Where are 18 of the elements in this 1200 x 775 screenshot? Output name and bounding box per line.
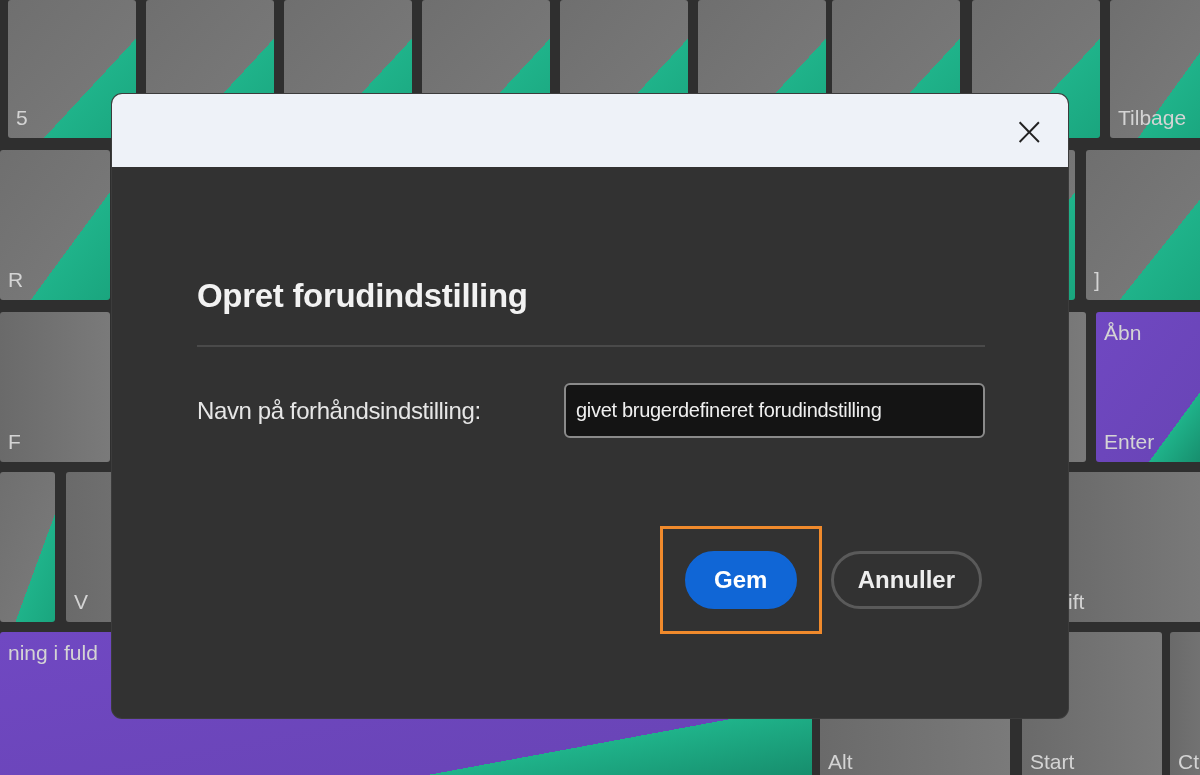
field-label: Navn på forhåndsindstilling: [197,396,481,425]
key-label: Start [1030,751,1076,772]
cancel-button[interactable]: Annuller [830,551,982,609]
key-label: F [8,431,22,452]
preset-name-field[interactable]: givet brugerdefineret forudindstilling [564,383,985,438]
close-button[interactable]: × [1008,110,1050,151]
key-label: Enter [1104,431,1156,452]
key-label: Alt [828,751,854,772]
key-label: ] [1094,269,1101,290]
key-label: 5 [16,107,29,128]
key-label: Åbn [1104,322,1143,343]
key-label: ift [1068,591,1086,612]
dialog-title: Opret forudindstilling [197,277,529,315]
key-label: R [8,269,25,290]
key-label: V [74,591,89,612]
key-label: ning i fuld [8,642,99,663]
key-label: Ct [1178,751,1200,772]
save-button[interactable]: Gem [684,551,797,609]
